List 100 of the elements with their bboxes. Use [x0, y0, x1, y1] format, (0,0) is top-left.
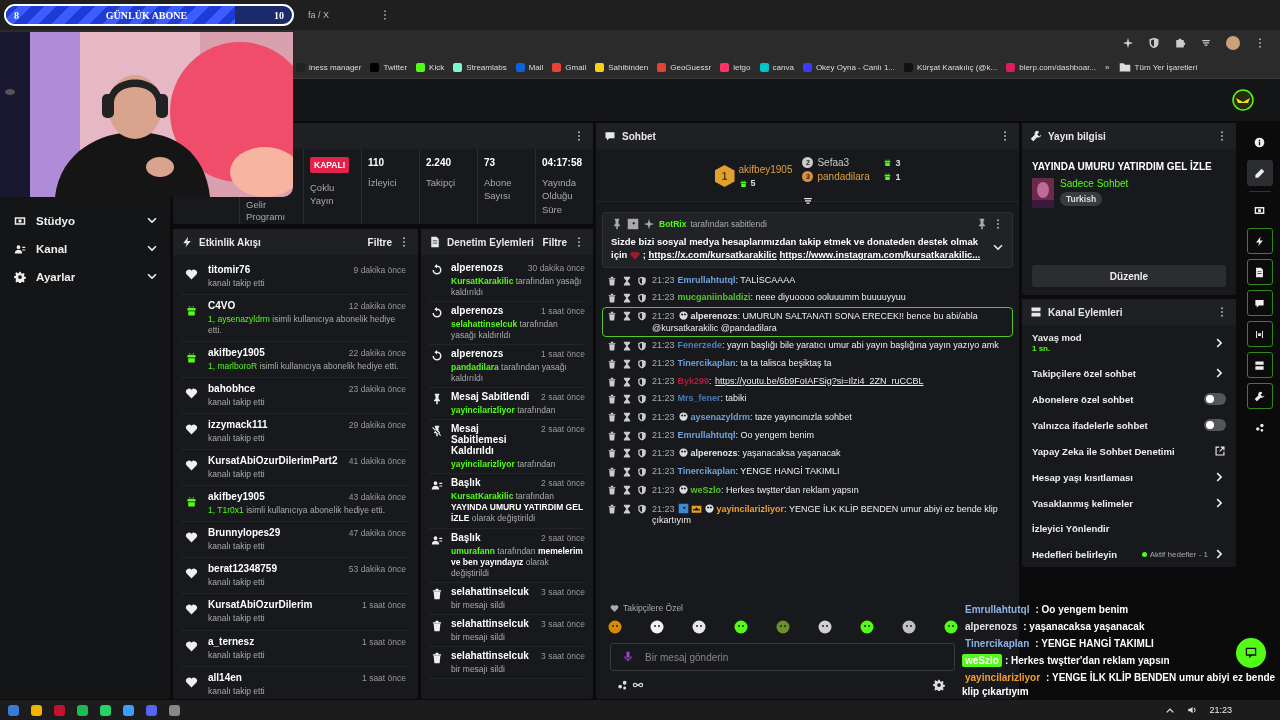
- trash-icon[interactable]: [607, 503, 617, 514]
- shield-icon[interactable]: [637, 341, 647, 352]
- trash-icon[interactable]: [607, 376, 617, 387]
- shield-icon[interactable]: [637, 448, 647, 459]
- link[interactable]: https://www.instagram.com/kursatkarakilic...: [779, 249, 981, 261]
- timeout-icon[interactable]: [622, 484, 632, 495]
- trash-icon[interactable]: [607, 293, 617, 304]
- avatar-icon[interactable]: [1232, 89, 1254, 111]
- sidebar-toggle-button[interactable]: [1246, 228, 1273, 254]
- taskbar-icon[interactable]: [100, 704, 111, 716]
- timeout-icon[interactable]: [622, 412, 632, 423]
- emote-icon[interactable]: [860, 620, 874, 634]
- trash-icon[interactable]: [607, 310, 617, 321]
- trash-icon[interactable]: [607, 275, 617, 286]
- bookmark-link[interactable]: Gmail: [565, 62, 587, 72]
- shield-icon[interactable]: [637, 503, 647, 514]
- trash-icon[interactable]: [607, 341, 617, 352]
- bookmark-link[interactable]: Sahibinden: [608, 62, 649, 72]
- emote-icon[interactable]: [902, 620, 916, 634]
- link[interactable]: https://x.com/kursatkarakilic: [648, 249, 777, 261]
- expand-icon[interactable]: [801, 195, 814, 207]
- shield-icon[interactable]: [637, 275, 647, 286]
- sidebar-item[interactable]: Stüdyo: [0, 209, 170, 233]
- emote-icon[interactable]: [944, 620, 958, 634]
- channel-action[interactable]: Yapay Zeka ile Sohbet Denetimi: [1022, 438, 1236, 464]
- shield-icon[interactable]: [637, 376, 647, 387]
- dots-icon[interactable]: [616, 679, 628, 691]
- sidebar-toggle-button[interactable]: [1246, 160, 1273, 186]
- timeout-icon[interactable]: [622, 310, 632, 321]
- timeout-icon[interactable]: [622, 503, 632, 514]
- taskbar-icon[interactable]: [77, 704, 88, 716]
- message-field[interactable]: Bir mesaj gönderin: [610, 643, 955, 671]
- trash-icon[interactable]: [607, 448, 617, 459]
- filter-button[interactable]: Filtre: [542, 236, 567, 248]
- microphone-icon[interactable]: [622, 651, 634, 663]
- shield-icon[interactable]: [637, 359, 647, 370]
- taskbar-icon[interactable]: [31, 704, 42, 716]
- settings-icon[interactable]: [933, 679, 945, 691]
- emote-icon[interactable]: [692, 620, 706, 634]
- bookmark-link[interactable]: blerp.com/dashboar...: [1019, 62, 1097, 72]
- shield-icon[interactable]: [637, 310, 647, 321]
- channel-action[interactable]: Yalnızca ifadelerle sohbet: [1022, 412, 1236, 438]
- timeout-icon[interactable]: [622, 448, 632, 459]
- category-link[interactable]: Sadece Sohbet: [1060, 178, 1129, 189]
- timeout-icon[interactable]: [622, 394, 632, 405]
- bookmark-link[interactable]: iness manager: [309, 62, 362, 72]
- bookmark-link[interactable]: Tüm Yer İşaretleri: [1134, 62, 1198, 72]
- taskbar-icon[interactable]: [169, 704, 180, 716]
- shield-icon[interactable]: [637, 293, 647, 304]
- channel-action[interactable]: Abonelere özel sohbet: [1022, 386, 1236, 412]
- bookmark-link[interactable]: GeoGuessr: [670, 62, 712, 72]
- trash-icon[interactable]: [607, 359, 617, 370]
- channel-action[interactable]: Hesap yaşı kısıtlaması: [1022, 464, 1236, 490]
- emote-icon[interactable]: [818, 620, 832, 634]
- star-icon[interactable]: [1122, 37, 1134, 49]
- media-icon[interactable]: [1200, 37, 1212, 49]
- channel-action[interactable]: Yavaş mod 1 sn.: [1022, 325, 1236, 360]
- bookmark-link[interactable]: letgo: [733, 62, 751, 72]
- more-bookmarks[interactable]: »: [1105, 62, 1110, 72]
- toggle-switch[interactable]: [1204, 419, 1226, 431]
- trash-icon[interactable]: [607, 394, 617, 405]
- trash-icon[interactable]: [607, 484, 617, 495]
- channel-action[interactable]: Yasaklanmış kelimeler: [1022, 490, 1236, 516]
- speaker-icon[interactable]: [1187, 705, 1198, 715]
- timeout-icon[interactable]: [622, 293, 632, 304]
- bookmark-link[interactable]: Kürşat Karakılıç (@k...: [917, 62, 998, 72]
- timeout-icon[interactable]: [622, 467, 632, 478]
- shield-icon[interactable]: [1148, 37, 1160, 49]
- bookmark-link[interactable]: Twitter: [383, 62, 408, 72]
- bookmark-link[interactable]: Kick: [429, 62, 445, 72]
- emote-icon[interactable]: [734, 620, 748, 634]
- taskbar-icon[interactable]: [146, 704, 157, 716]
- filter-button[interactable]: Filtre: [367, 236, 392, 248]
- emote-icon[interactable]: [650, 620, 664, 634]
- pin-icon[interactable]: [976, 218, 988, 230]
- shield-icon[interactable]: [637, 394, 647, 405]
- sidebar-toggle-button[interactable]: [1246, 383, 1273, 409]
- shield-icon[interactable]: [637, 467, 647, 478]
- extensions-icon[interactable]: [1174, 37, 1186, 49]
- bookmark-link[interactable]: Streamlabs: [466, 62, 507, 72]
- taskbar-icon[interactable]: [8, 704, 19, 716]
- trash-icon[interactable]: [607, 467, 617, 478]
- taskbar-icon[interactable]: [123, 704, 134, 716]
- shield-icon[interactable]: [637, 430, 647, 441]
- chat-bubble-button[interactable]: [1236, 638, 1266, 668]
- shield-icon[interactable]: [637, 412, 647, 423]
- channel-action[interactable]: İzleyici Yönlendir: [1022, 516, 1236, 541]
- timeout-icon[interactable]: [622, 376, 632, 387]
- bookmark-link[interactable]: Okey Oyna - Canlı 1...: [815, 62, 895, 72]
- profile-avatar[interactable]: [1226, 36, 1240, 50]
- sidebar-item[interactable]: Kanal: [0, 237, 170, 261]
- timeout-icon[interactable]: [622, 359, 632, 370]
- shield-icon[interactable]: [637, 484, 647, 495]
- emote-icon[interactable]: [608, 620, 622, 634]
- sidebar-toggle-button[interactable]: [1246, 352, 1273, 378]
- trash-icon[interactable]: [607, 412, 617, 423]
- channel-action[interactable]: Takipçilere özel sohbet: [1022, 360, 1236, 386]
- sidebar-toggle-button[interactable]: [1246, 290, 1273, 316]
- sidebar-toggle-button[interactable]: [1246, 259, 1273, 285]
- timeout-icon[interactable]: [622, 430, 632, 441]
